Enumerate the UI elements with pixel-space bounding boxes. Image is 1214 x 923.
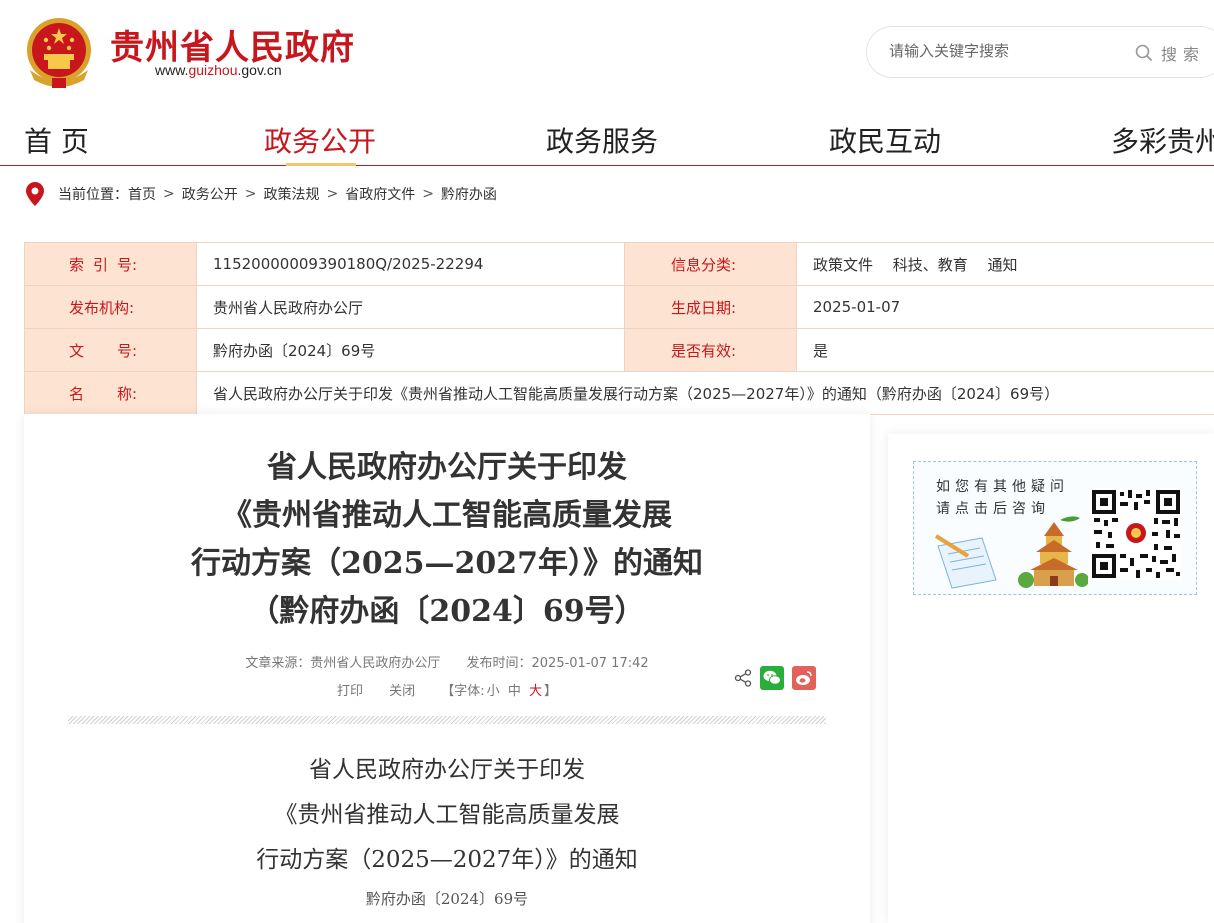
wechat-icon xyxy=(763,670,781,685)
info-key-text: 发布机构: xyxy=(69,298,135,317)
article-source: 文章来源：贵州省人民政府办公厅 xyxy=(245,656,441,671)
info-value-category: 政策文件 科技、教育 通知 xyxy=(796,242,1214,286)
info-value-name: 省人民政府办公厅关于印发《贵州省推动人工智能高质量发展行动方案（2025—202… xyxy=(196,371,1214,415)
breadcrumb-prefix: 当前位置： xyxy=(58,187,128,203)
consult-banner[interactable]: 如您有其他疑问 请点击后咨询 xyxy=(913,461,1197,595)
info-key-name: 名 称: xyxy=(24,371,197,415)
info-key-category: 信息分类: xyxy=(624,242,797,286)
breadcrumb-current[interactable]: 黔府办函 xyxy=(441,184,497,204)
info-key-char: 索 xyxy=(69,255,85,274)
info-key-publisher: 发布机构: xyxy=(24,285,197,329)
search-button-label: 搜索 xyxy=(1161,45,1206,64)
info-key-char: 引 xyxy=(92,255,108,274)
nav-item-gov-services[interactable]: 政务服务 xyxy=(546,120,658,160)
article-title: 省人民政府办公厅关于印发 《贵州省推动人工智能高质量发展 行动方案（2025—2… xyxy=(24,444,870,636)
breadcrumb-separator: > xyxy=(244,186,257,202)
site-url-suffix: .gov.cn xyxy=(237,62,282,78)
nav-active-indicator xyxy=(286,163,356,166)
info-key-valid: 是否有效: xyxy=(624,328,797,372)
site-url-highlight: guizhou xyxy=(188,62,238,78)
nav-item-home[interactable]: 首 页 xyxy=(24,120,89,160)
body-title-line: 《贵州省推动人工智能高质量发展 xyxy=(274,802,620,828)
font-size-medium[interactable]: 中 xyxy=(508,684,521,699)
sidebar: 如您有其他疑问 请点击后咨询 xyxy=(888,434,1214,923)
font-size-control: 【字体: 小 中 大】 xyxy=(441,684,557,699)
close-link[interactable]: 关闭 xyxy=(389,684,415,699)
article-publish-time: 发布时间：2025-01-07 17:42 xyxy=(466,656,649,671)
info-value-index: 11520000009390180Q/2025-22294 xyxy=(196,242,625,286)
search-button[interactable]: 搜索 xyxy=(1135,39,1205,67)
search-icon xyxy=(1135,44,1153,62)
info-key-char: 名 xyxy=(69,384,85,403)
info-value-publisher: 贵州省人民政府办公厅 xyxy=(196,285,625,329)
article-divider xyxy=(68,716,826,724)
consult-illustration-icon xyxy=(934,516,1088,589)
nav-item-colorful-guizhou[interactable]: 多彩贵州 xyxy=(1111,120,1214,160)
font-size-small[interactable]: 小 xyxy=(487,684,500,699)
qr-code-icon[interactable] xyxy=(1090,488,1182,580)
breadcrumb-separator: > xyxy=(422,186,434,202)
info-key-date: 生成日期: xyxy=(624,285,797,329)
breadcrumb-policies[interactable]: 政策法规 xyxy=(263,184,319,204)
body-title-line: 行动方案（2025—2027年）》的通知 xyxy=(256,847,638,873)
share-icon[interactable] xyxy=(734,669,752,687)
print-link[interactable]: 打印 xyxy=(337,684,363,699)
article-doc-number: 黔府办函〔2024〕69号 xyxy=(365,890,529,908)
article-title-line: （黔府办函〔2024〕69号） xyxy=(249,594,645,629)
document-info-table: 索引号: 11520000009390180Q/2025-22294 信息分类:… xyxy=(24,242,1214,415)
info-key-docno: 文 号: xyxy=(24,328,197,372)
share-bar xyxy=(734,666,816,690)
article-card: 省人民政府办公厅关于印发 《贵州省推动人工智能高质量发展 行动方案（2025—2… xyxy=(24,414,870,923)
body-title-line: 省人民政府办公厅关于印发 xyxy=(309,757,585,783)
article-title-line: 行动方案（2025—2027年）》的通知 xyxy=(191,546,703,581)
font-size-large[interactable]: 大 xyxy=(529,684,542,699)
weibo-icon xyxy=(796,671,812,685)
consult-line-2: 请点击后咨询 xyxy=(936,501,1050,517)
info-key-char: 文 xyxy=(69,341,85,360)
main-nav: 首 页 政务公开 政务服务 政民互动 多彩贵州 xyxy=(0,112,1214,166)
breadcrumb-provincial-documents[interactable]: 省政府文件 xyxy=(345,184,415,204)
search-box: 搜索 xyxy=(866,26,1214,78)
breadcrumb: 当前位置： 首页 > 政务公开 > 政策法规 > 省政府文件 > 黔府办函 xyxy=(26,182,497,206)
article-body-title: 省人民政府办公厅关于印发 《贵州省推动人工智能高质量发展 行动方案（2025—2… xyxy=(24,748,870,883)
consult-line-1: 如您有其他疑问 xyxy=(936,479,1069,495)
location-pin-icon xyxy=(26,182,44,206)
info-value-date: 2025-01-07 xyxy=(796,285,1214,329)
search-input[interactable] xyxy=(889,42,1119,60)
site-header: 贵州省人民政府 www.guizhou.gov.cn 搜索 xyxy=(0,0,1214,105)
breadcrumb-home[interactable]: 首页 xyxy=(128,184,156,204)
info-value-docno: 黔府办函〔2024〕69号 xyxy=(196,328,625,372)
info-key-char: 号: xyxy=(116,341,137,360)
info-row: 文 号: 黔府办函〔2024〕69号 是否有效: 是 xyxy=(24,328,1214,372)
weibo-share-button[interactable] xyxy=(792,666,816,690)
breadcrumb-separator: > xyxy=(163,186,175,202)
info-value-valid: 是 xyxy=(796,328,1214,372)
info-key-index: 索引号: xyxy=(24,242,197,286)
info-row: 名 称: 省人民政府办公厅关于印发《贵州省推动人工智能高质量发展行动方案（2025… xyxy=(24,371,1214,415)
font-size-suffix: 】 xyxy=(544,684,558,699)
info-row: 索引号: 11520000009390180Q/2025-22294 信息分类:… xyxy=(24,242,1214,286)
nav-item-interaction[interactable]: 政民互动 xyxy=(829,120,941,160)
article-title-line: 《贵州省推动人工智能高质量发展 xyxy=(222,498,672,533)
nav-item-gov-affairs-public[interactable]: 政务公开 xyxy=(264,120,376,160)
site-url[interactable]: www.guizhou.gov.cn xyxy=(155,62,282,78)
info-key-char: 称: xyxy=(116,384,137,403)
article-title-line: 省人民政府办公厅关于印发 xyxy=(267,450,627,485)
font-size-prefix: 【字体: xyxy=(441,684,485,699)
national-emblem-icon[interactable] xyxy=(24,14,94,90)
site-url-prefix: www. xyxy=(155,62,189,78)
wechat-share-button[interactable] xyxy=(760,666,784,690)
info-row: 发布机构: 贵州省人民政府办公厅 生成日期: 2025-01-07 xyxy=(24,285,1214,329)
breadcrumb-gov-affairs-public[interactable]: 政务公开 xyxy=(182,184,238,204)
info-key-char: 号: xyxy=(116,255,137,274)
breadcrumb-separator: > xyxy=(326,186,339,202)
